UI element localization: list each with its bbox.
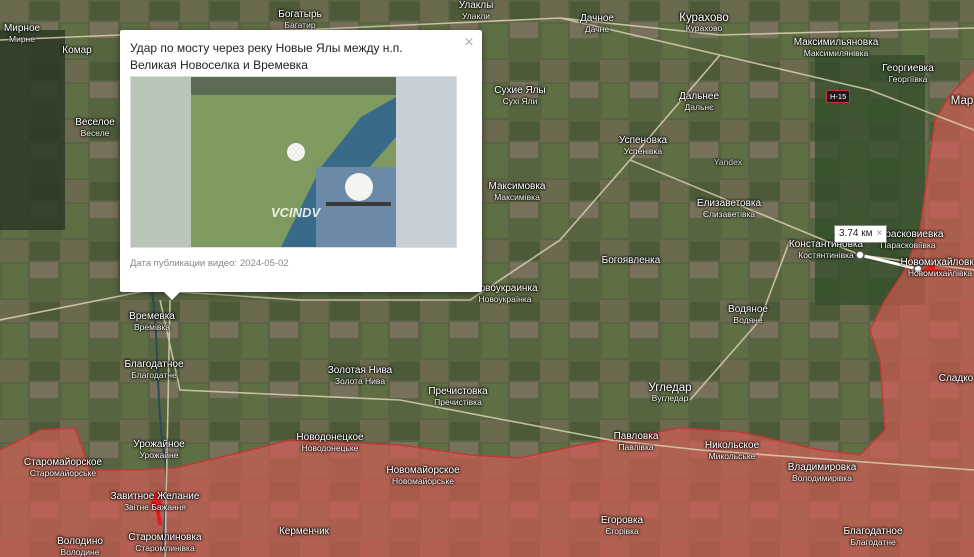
place-sukhie-yaly: Сухие Ялы Сухі Яли xyxy=(494,85,546,106)
place-prechistovka: Пречистовка Пречистівка xyxy=(428,386,488,407)
place-nikolskoe: Никольское Микольське xyxy=(704,440,760,461)
publication-date-label: Дата публикации видео: xyxy=(130,258,237,269)
place-pavlovka: Павловка Павлівка xyxy=(613,431,659,452)
place-maksimovka: Максимовка Максимівка xyxy=(488,181,546,202)
place-staromlinovka: Старомлиновка Старомлинівка xyxy=(128,532,202,553)
video-info-popup: Удар по мосту через реку Новые Ялы между… xyxy=(120,30,482,300)
place-dalnee: Дальнее Дальнє xyxy=(678,91,720,112)
place-georgievka: Георгиевка Георгіївка xyxy=(882,63,934,84)
place-vodyanoe: Водяное Водяне xyxy=(728,304,768,325)
place-ugledar: Угледар Вугледар xyxy=(648,382,692,404)
video-frame: VCINDV xyxy=(131,77,456,247)
place-sladkoe: Сладко xyxy=(938,373,974,384)
publication-date: Дата публикации видео: 2024-05-02 xyxy=(130,258,289,269)
place-egorovka: Егоровка Єгорівка xyxy=(600,515,644,536)
place-mirnoe: Мирное Мирне xyxy=(3,23,41,44)
publication-date-value: 2024-05-02 xyxy=(240,258,289,269)
place-novomikhaylovka: Новомихайловка Новомихайлівка xyxy=(900,257,974,278)
place-bogoyavlenka: Богоявленка xyxy=(601,255,661,266)
popup-title: Удар по мосту через реку Новые Ялы между… xyxy=(130,41,403,72)
place-novomayorskoe: Новомайорское Новомайорське xyxy=(386,465,460,486)
place-veseloe: Веселое Веселе xyxy=(75,117,115,138)
place-staromayorskoe: Старомайорское Старомайорське xyxy=(23,457,103,478)
measure-close-icon[interactable]: × xyxy=(877,228,883,239)
video-watermark: VCINDV xyxy=(271,205,321,220)
place-maksimilyanovka: Максимильяновка Максимилянівка xyxy=(793,37,879,58)
map-provider-watermark: Yandex xyxy=(713,157,743,167)
place-novodonetskoe: Новодонецкое Новодонецьке xyxy=(296,432,364,453)
place-kermenchik: Керменчик xyxy=(278,526,330,537)
place-bogatyr: Богатырь Багатир xyxy=(278,9,322,30)
place-volodino: Володино Володине xyxy=(57,536,103,557)
road-sign-h15: H-15 xyxy=(826,90,851,103)
distance-measure-label[interactable]: 3.74 км × xyxy=(834,225,888,243)
video-thumbnail[interactable]: VCINDV xyxy=(130,76,457,248)
place-vladimirovka: Владимировка Володимирівка xyxy=(787,462,857,483)
distance-value: 3.74 км xyxy=(839,228,873,239)
place-novoukrainka: Новоукраинка Новоукраїнка xyxy=(472,283,538,304)
place-dachnoe: Дачное Дачне xyxy=(580,13,614,34)
place-ulakly: Улаклы Улакли xyxy=(458,0,494,21)
place-mar: Мар xyxy=(950,95,974,107)
place-elizavetovka: Елизаветовка Єлизаветівка xyxy=(696,198,762,219)
place-blagodatnoe-east: Благодатное Благодатне xyxy=(843,526,903,547)
place-vremevka: Времевка Времівка xyxy=(129,311,175,332)
dark-field-area xyxy=(0,30,65,230)
place-komar: Комар xyxy=(62,45,92,56)
close-icon[interactable]: × xyxy=(462,35,476,51)
place-blagodatnoe: Благодатное Благодатне xyxy=(124,359,184,380)
place-uspenovka: Успеновка Успенівка xyxy=(618,135,668,156)
place-kurakhovo: Курахово Курахово xyxy=(679,12,729,34)
place-zavitnoe-zhelanie: Завитное Желание Звітне Бажання xyxy=(110,491,200,512)
place-zolotaya-niva: Золотая Нива Золота Нива xyxy=(327,365,393,386)
place-urozhaynoe: Урожайное Урожайне xyxy=(133,439,185,460)
